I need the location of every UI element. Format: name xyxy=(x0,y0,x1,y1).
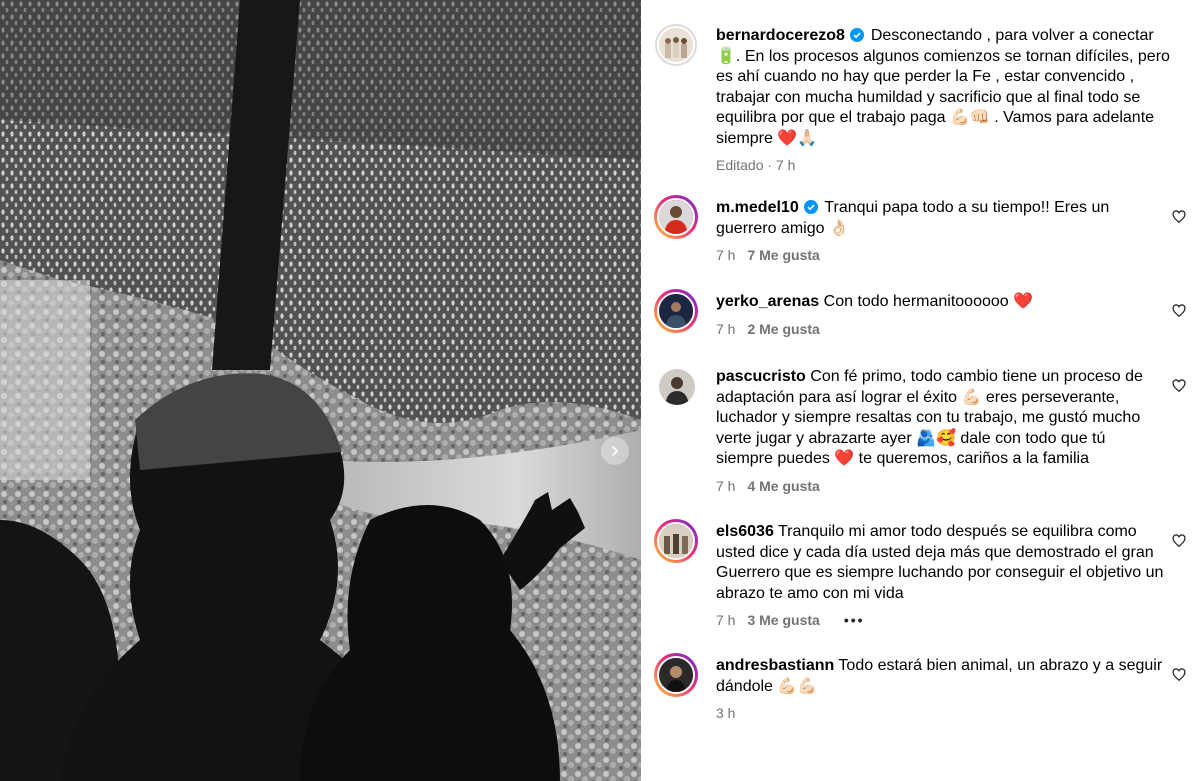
comment-body: els6036 Tranquilo mi amor todo después s… xyxy=(716,522,1166,629)
caption-body: bernardocerezo8 Desconectando , para vol… xyxy=(716,26,1180,174)
post-photo[interactable] xyxy=(0,0,641,781)
avatar[interactable] xyxy=(659,369,695,405)
comment-meta: 7 h 3 Me gusta ••• xyxy=(716,611,1166,629)
next-photo-button[interactable] xyxy=(601,437,629,465)
comments-panel: bernardocerezo8 Desconectando , para vol… xyxy=(641,0,1200,781)
heart-icon[interactable] xyxy=(1172,668,1186,682)
comment-time: 3 h xyxy=(716,705,736,721)
username[interactable]: yerko_arenas xyxy=(716,293,819,310)
comment-body: pascucristo Con fé primo, todo cambio ti… xyxy=(716,367,1166,495)
avatar[interactable] xyxy=(655,24,697,66)
username[interactable]: els6036 xyxy=(716,523,774,540)
verified-badge-icon xyxy=(804,200,819,214)
avatar-image xyxy=(659,294,693,328)
likes-count[interactable]: 7 Me gusta xyxy=(747,246,819,264)
photo-image xyxy=(0,0,641,781)
avatar[interactable] xyxy=(654,519,698,563)
more-options-button[interactable]: ••• xyxy=(844,611,865,629)
username[interactable]: pascucristo xyxy=(716,368,806,385)
comment-text: Con todo hermanitoooooo ❤️ xyxy=(823,293,1034,310)
comment-body: andresbastiann Todo estará bien animal, … xyxy=(716,656,1166,722)
comment-meta: 3 h xyxy=(716,704,1166,722)
avatar[interactable] xyxy=(654,289,698,333)
avatar-image xyxy=(659,524,693,558)
heart-icon[interactable] xyxy=(1172,534,1186,548)
likes-count[interactable]: 3 Me gusta xyxy=(747,611,819,629)
comment-body: m.medel10 Tranqui papa todo a su tiempo!… xyxy=(716,198,1166,264)
avatar[interactable] xyxy=(654,195,698,239)
caption-meta: Editado · 7 h xyxy=(716,157,796,173)
likes-count[interactable]: 4 Me gusta xyxy=(747,477,819,495)
avatar-image xyxy=(659,200,693,234)
comment-meta: 7 h 2 Me gusta xyxy=(716,320,1166,338)
comment-meta: 7 h 4 Me gusta xyxy=(716,477,1166,495)
heart-icon[interactable] xyxy=(1172,304,1186,318)
caption-text: Desconectando , para volver a conectar 🔋… xyxy=(716,27,1170,147)
avatar[interactable] xyxy=(654,653,698,697)
heart-icon[interactable] xyxy=(1172,379,1186,393)
instagram-post: bernardocerezo8 Desconectando , para vol… xyxy=(0,0,1200,781)
verified-badge-icon xyxy=(850,28,865,42)
comment-time: 7 h xyxy=(716,612,736,628)
avatar-image xyxy=(659,658,693,692)
likes-count[interactable]: 2 Me gusta xyxy=(747,320,819,338)
username[interactable]: bernardocerezo8 xyxy=(716,27,845,44)
chevron-right-icon xyxy=(612,446,619,456)
comment-body: yerko_arenas Con todo hermanitoooooo ❤️ … xyxy=(716,292,1166,338)
comment-meta: 7 h 7 Me gusta xyxy=(716,246,1166,264)
comment-text: Tranquilo mi amor todo después se equili… xyxy=(716,523,1164,602)
username[interactable]: andresbastiann xyxy=(716,657,834,674)
comment-time: 7 h xyxy=(716,320,736,337)
avatar-image xyxy=(659,28,693,62)
comment-time: 7 h xyxy=(716,247,736,263)
username[interactable]: m.medel10 xyxy=(716,199,799,216)
comment-time: 7 h xyxy=(716,477,736,494)
heart-icon[interactable] xyxy=(1172,210,1186,224)
avatar-image xyxy=(659,369,695,405)
